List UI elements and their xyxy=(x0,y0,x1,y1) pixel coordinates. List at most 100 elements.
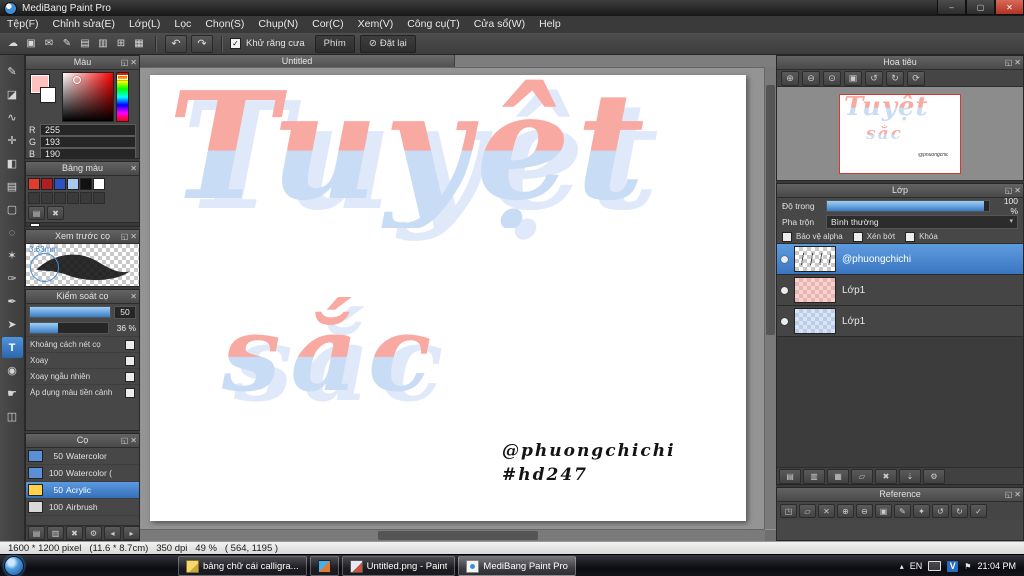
ref-zoom-out-icon[interactable]: ⊖ xyxy=(856,504,873,518)
move-tool[interactable]: ✛ xyxy=(2,130,23,151)
text-tool[interactable]: T xyxy=(1,337,23,358)
smudge-tool[interactable]: ∿ xyxy=(2,107,23,128)
delete-layer-icon[interactable]: ✖ xyxy=(875,468,897,484)
palette-swatch-blue[interactable] xyxy=(54,178,66,190)
ref-check-icon[interactable]: ✓ xyxy=(970,504,987,518)
menu-item[interactable]: Chọn(S) xyxy=(198,16,251,33)
layer-visibility-icon[interactable] xyxy=(781,255,788,263)
brush-option-row[interactable]: Xoay xyxy=(26,352,139,368)
menu-item[interactable]: Xem(V) xyxy=(351,16,401,33)
b-value-field[interactable]: 190 xyxy=(40,148,136,158)
drawing-canvas[interactable]: Tuyệt Tuyệt sắc sắc @phuongchichi #hd247 xyxy=(150,75,746,521)
brush-size-value[interactable]: 50 xyxy=(114,305,136,319)
antialias-checkbox[interactable]: ✓ xyxy=(230,38,241,49)
taskbar-button-app[interactable] xyxy=(309,556,339,576)
eraser-tool[interactable]: ◪ xyxy=(2,84,23,105)
palette-swatch-red[interactable] xyxy=(28,178,40,190)
canvas-horizontal-scrollbar[interactable] xyxy=(140,529,765,541)
horizontal-scroll-thumb[interactable] xyxy=(378,531,538,540)
zoom-fit-icon[interactable]: ⊙ xyxy=(823,70,841,86)
palette-empty-slot[interactable] xyxy=(54,192,66,204)
menu-item[interactable]: Công cụ(T) xyxy=(400,16,467,33)
brush-edit-icon[interactable]: ✎ xyxy=(58,35,76,52)
color-cursor[interactable] xyxy=(73,76,81,84)
hand-tool[interactable]: ☛ xyxy=(2,383,23,404)
comment-icon[interactable]: ✉ xyxy=(40,35,58,52)
ref-eyedropper-icon[interactable]: ✦ xyxy=(913,504,930,518)
layer-folder-icon[interactable]: ▱ xyxy=(851,468,873,484)
add-swatch-icon[interactable]: ▤ xyxy=(28,206,45,220)
divide-tool[interactable]: ◫ xyxy=(2,406,23,427)
palette-empty-slot[interactable] xyxy=(80,192,92,204)
vertical-scroll-thumb[interactable] xyxy=(766,85,775,335)
menu-item[interactable]: Lọc xyxy=(167,16,198,33)
menu-item[interactable]: Help xyxy=(532,16,568,33)
palette-empty-slot[interactable] xyxy=(93,192,105,204)
panel-popout-icon[interactable]: ◱ xyxy=(1005,56,1013,69)
ref-pencil-icon[interactable]: ✎ xyxy=(894,504,911,518)
palette-entry[interactable]: --- xyxy=(26,222,139,226)
panel-popout-icon[interactable]: ◱ xyxy=(1005,184,1013,197)
delete-brush-icon[interactable]: ✖ xyxy=(66,526,83,540)
brush-option-checkbox[interactable] xyxy=(125,371,135,382)
canvas-vertical-scrollbar[interactable] xyxy=(764,67,776,529)
ref-zoom-in-icon[interactable]: ⊕ xyxy=(837,504,854,518)
palette-swatch-black[interactable] xyxy=(80,178,92,190)
undo-button[interactable]: ↶ xyxy=(165,34,187,53)
rotate-reset-icon[interactable]: ⟳ xyxy=(907,70,925,86)
palette-empty-slot[interactable] xyxy=(28,192,40,204)
grid-icon[interactable]: ⊞ xyxy=(112,35,130,52)
opacity-slider[interactable] xyxy=(826,200,990,212)
action-center-flag-icon[interactable]: ⚑ xyxy=(964,562,971,571)
add-layer-icon[interactable]: ▤ xyxy=(779,468,801,484)
unikey-icon[interactable]: V xyxy=(947,560,959,572)
ref-rotate-left-icon[interactable]: ↺ xyxy=(932,504,949,518)
panel-close-icon[interactable]: ✕ xyxy=(130,290,137,303)
ref-actual-size-icon[interactable]: ▣ xyxy=(875,504,892,518)
brush-option-row[interactable]: Xoay ngẫu nhiên xyxy=(26,368,139,384)
ref-close-icon[interactable]: ✕ xyxy=(818,504,835,518)
ref-rotate-right-icon[interactable]: ↻ xyxy=(951,504,968,518)
start-button[interactable] xyxy=(4,556,24,576)
panel-close-icon[interactable]: ✕ xyxy=(130,56,137,69)
cloud-icon[interactable]: ☁ xyxy=(4,35,22,52)
taskbar-button-medibang[interactable]: MediBang Paint Pro xyxy=(458,556,576,576)
clipping-checkbox[interactable] xyxy=(852,231,863,242)
panel-close-icon[interactable]: ✕ xyxy=(1014,56,1021,69)
brush-next-icon[interactable]: ▸ xyxy=(123,526,139,540)
menu-item[interactable]: Cửa sổ(W) xyxy=(467,16,532,33)
brush-option-checkbox[interactable] xyxy=(125,355,135,366)
g-value-field[interactable]: 193 xyxy=(40,136,136,148)
reset-button[interactable]: ⊘ Đặt lại xyxy=(359,34,416,53)
panel-popout-icon[interactable]: ◱ xyxy=(121,230,129,243)
maximize-button[interactable]: ▢ xyxy=(966,0,995,15)
background-color-swatch[interactable] xyxy=(40,87,56,103)
brush-watercolor-100[interactable]: 100 Watercolor ( xyxy=(26,465,139,482)
zoom-out-icon[interactable]: ⊖ xyxy=(802,70,820,86)
eyedropper-tool[interactable]: ◉ xyxy=(2,360,23,381)
r-value-field[interactable]: 255 xyxy=(40,124,136,136)
rotate-left-icon[interactable]: ↺ xyxy=(865,70,883,86)
taskbar-button-calligraphy[interactable]: bảng chữ cái calligra... xyxy=(178,556,307,576)
keys-button[interactable]: Phím xyxy=(314,34,355,53)
select-tool[interactable]: ▢ xyxy=(2,199,23,220)
lock-checkbox[interactable] xyxy=(905,231,916,242)
alpha-lock-checkbox[interactable] xyxy=(782,231,792,242)
palette-empty-slot[interactable] xyxy=(67,192,79,204)
merge-down-icon[interactable]: ⇣ xyxy=(899,468,921,484)
canvas-list-icon[interactable]: ▥ xyxy=(94,35,112,52)
select-eraser-tool[interactable]: ✒ xyxy=(2,291,23,312)
gradient-tool[interactable]: ▤ xyxy=(2,176,23,197)
brush-acrylic-50[interactable]: 50 Acrylic xyxy=(26,482,139,499)
panel-popout-icon[interactable]: ◱ xyxy=(1005,488,1013,501)
operation-tool[interactable]: ➤ xyxy=(2,314,23,335)
clock[interactable]: 21:04 PM xyxy=(977,561,1016,571)
magic-wand-tool[interactable]: ✶ xyxy=(2,245,23,266)
brush-option-row[interactable]: Khoảng cách nét cọ xyxy=(26,336,139,352)
document-tab[interactable]: Untitled xyxy=(140,55,455,67)
select-pen-tool[interactable]: ✑ xyxy=(2,268,23,289)
menu-item[interactable]: Tệp(F) xyxy=(0,16,46,33)
panel-close-icon[interactable]: ✕ xyxy=(130,434,137,447)
delete-swatch-icon[interactable]: ✖ xyxy=(47,206,64,220)
panel-popout-icon[interactable]: ◱ xyxy=(121,56,129,69)
